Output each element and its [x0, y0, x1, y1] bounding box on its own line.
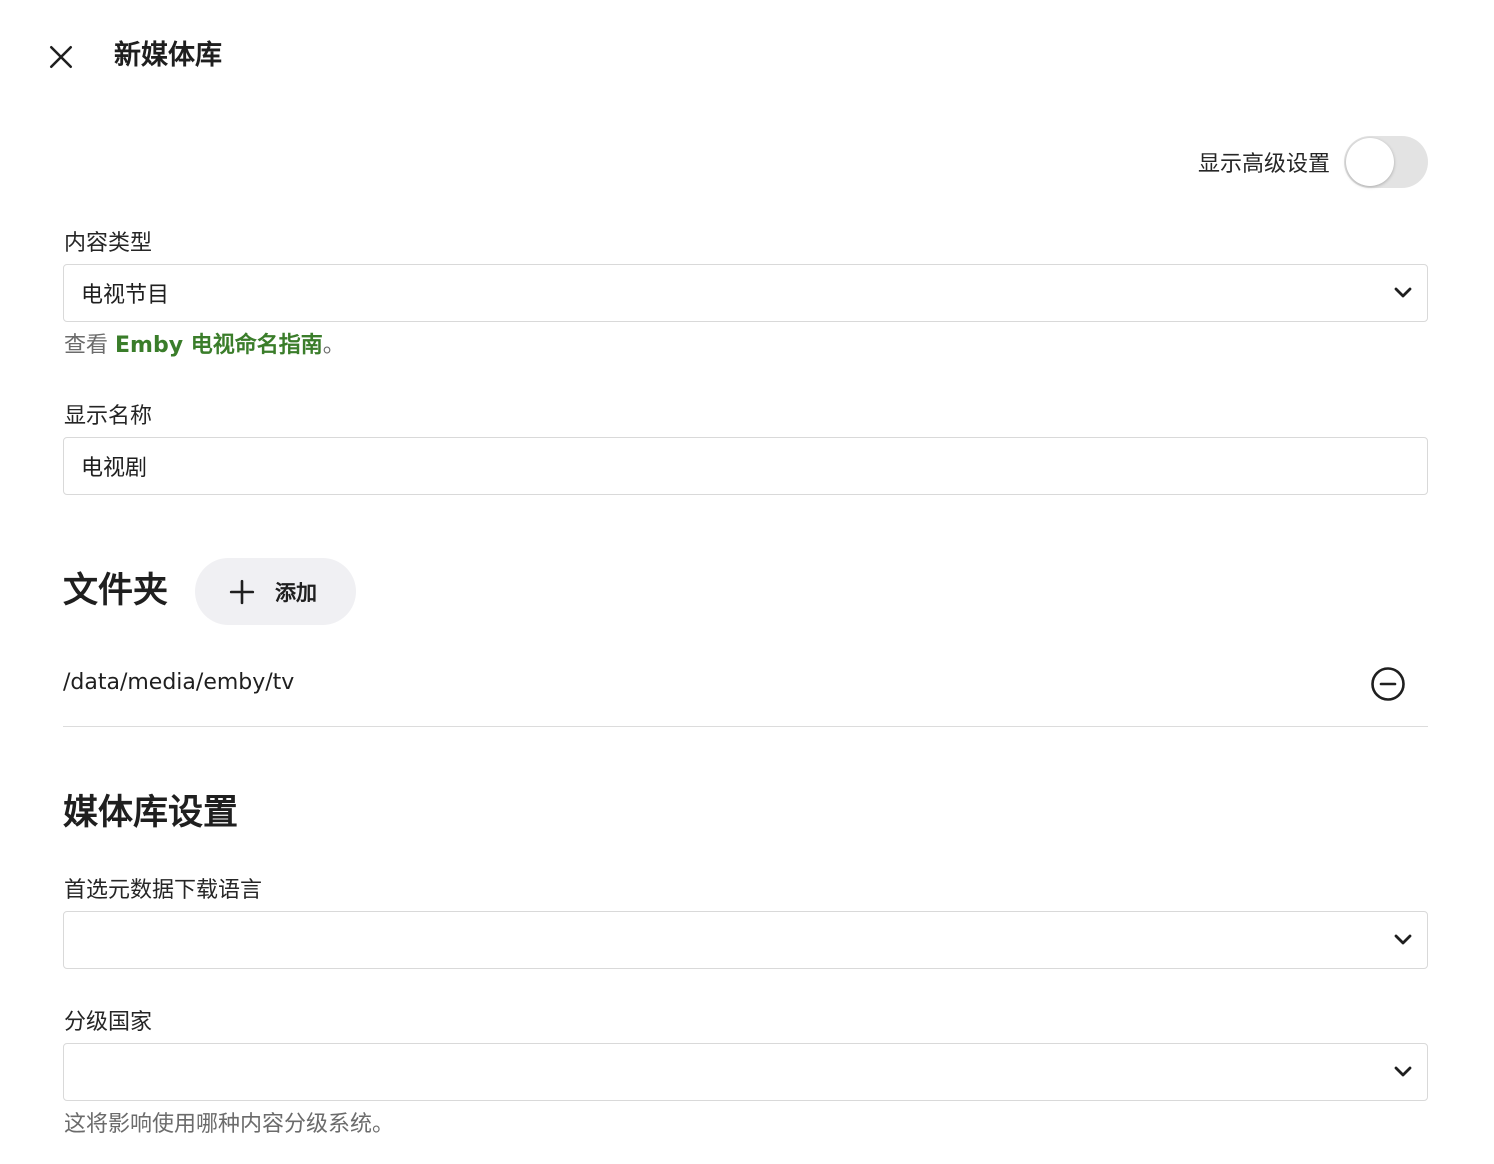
rating-country-select[interactable]	[63, 1043, 1428, 1101]
close-icon	[49, 45, 73, 69]
folder-path: /data/media/emby/tv	[63, 670, 295, 695]
library-settings-title: 媒体库设置	[63, 793, 239, 833]
chevron-down-icon	[1394, 1066, 1412, 1077]
toggle-knob	[1346, 138, 1394, 186]
dialog-title: 新媒体库	[114, 40, 222, 71]
chevron-down-icon	[1394, 287, 1412, 298]
dialog-header: 新媒体库	[0, 0, 1494, 112]
minus-circle-icon	[1371, 667, 1405, 701]
add-folder-label: 添加	[275, 580, 317, 605]
tv-naming-guide-link[interactable]: Emby 电视命名指南	[115, 333, 323, 358]
rating-country-helper: 这将影响使用哪种内容分级系统。	[64, 1112, 395, 1137]
advanced-settings-label: 显示高级设置	[1197, 152, 1330, 177]
display-name-label: 显示名称	[64, 404, 153, 429]
metadata-language-label: 首选元数据下载语言	[64, 878, 263, 903]
content-type-label: 内容类型	[64, 231, 153, 256]
new-library-dialog: 新媒体库 显示高级设置 内容类型 电视节目 查看 Emby 电视命名指南。 显示…	[0, 0, 1494, 1164]
helper-suffix: 。	[322, 333, 345, 358]
content-type-helper: 查看 Emby 电视命名指南。	[64, 331, 345, 361]
advanced-settings-toggle[interactable]	[1344, 136, 1428, 188]
add-folder-button[interactable]: 添加	[195, 558, 356, 625]
folders-section-title: 文件夹	[63, 571, 169, 611]
remove-folder-button[interactable]	[1368, 664, 1408, 704]
content-type-select[interactable]: 电视节目	[63, 264, 1428, 322]
display-name-input[interactable]: 电视剧	[63, 437, 1428, 495]
chevron-down-icon	[1394, 934, 1412, 945]
plus-icon	[229, 579, 255, 604]
content-type-value: 电视节目	[81, 283, 170, 308]
metadata-language-select[interactable]	[63, 911, 1428, 969]
helper-prefix: 查看	[64, 333, 115, 358]
display-name-value: 电视剧	[81, 456, 148, 481]
rating-country-label: 分级国家	[64, 1010, 153, 1035]
advanced-settings-row: 显示高级设置	[1198, 136, 1428, 188]
folder-list-item: /data/media/emby/tv	[63, 650, 1428, 727]
close-button[interactable]	[40, 36, 82, 78]
